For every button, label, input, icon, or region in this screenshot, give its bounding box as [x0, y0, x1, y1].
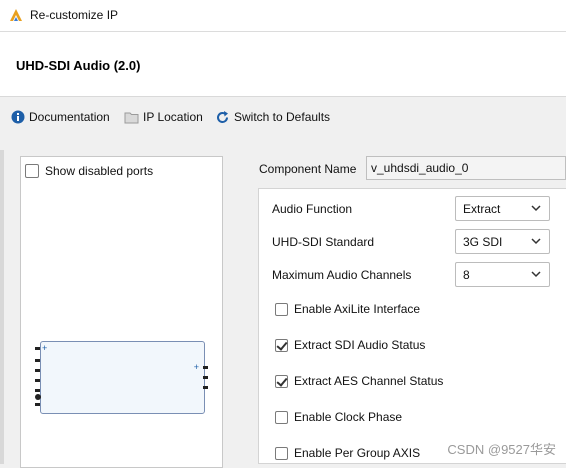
checkbox-box[interactable]: [275, 410, 288, 424]
port-pin: [35, 379, 40, 382]
port-pin: [35, 369, 40, 372]
switch-defaults-label: Switch to Defaults: [234, 110, 331, 124]
documentation-label: Documentation: [29, 110, 110, 124]
uhd-sdi-standard-label: UHD-SDI Standard: [272, 235, 375, 249]
ip-location-button[interactable]: IP Location: [124, 108, 203, 126]
port-pin: [35, 403, 40, 406]
audio-function-label: Audio Function: [272, 202, 353, 216]
port-pin: [35, 359, 40, 362]
extract-sdi-audio-status-checkbox[interactable]: Extract SDI Audio Status: [275, 338, 425, 352]
documentation-button[interactable]: Documentation: [11, 108, 110, 126]
max-audio-channels-select[interactable]: 8: [455, 262, 550, 287]
show-disabled-ports-box[interactable]: [25, 164, 39, 178]
checkbox-box[interactable]: [275, 446, 288, 460]
left-expand-icon[interactable]: +: [42, 343, 47, 353]
port-pin: [203, 366, 208, 369]
left-divider: [0, 150, 4, 464]
checkbox-box[interactable]: [275, 302, 288, 316]
uhd-sdi-standard-select[interactable]: 3G SDI: [455, 229, 550, 254]
ip-symbol-block[interactable]: + +: [40, 341, 205, 414]
component-name-input[interactable]: v_uhdsdi_audio_0: [366, 156, 566, 180]
refresh-icon: [217, 110, 228, 123]
title-bar: Re-customize IP: [0, 0, 566, 32]
chevron-down-icon: [531, 271, 541, 278]
port-pin: [35, 347, 40, 350]
header-panel: UHD-SDI Audio (2.0): [0, 32, 566, 97]
extract-aes-channel-status-checkbox[interactable]: Extract AES Channel Status: [275, 374, 443, 388]
max-audio-channels-value: 8: [463, 268, 470, 282]
show-disabled-ports-label: Show disabled ports: [45, 164, 154, 178]
folder-icon: [124, 112, 139, 123]
enable-axilite-checkbox[interactable]: Enable AxiLite Interface: [275, 302, 420, 316]
port-pin: [35, 394, 41, 400]
port-pin: [203, 376, 208, 379]
component-name-label: Component Name: [259, 162, 357, 176]
enable-clock-phase-checkbox[interactable]: Enable Clock Phase: [275, 410, 402, 424]
port-pin: [35, 389, 40, 392]
port-pin: [203, 386, 208, 389]
audio-function-value: Extract: [463, 202, 501, 216]
chevron-down-icon: [531, 205, 541, 212]
show-disabled-ports-checkbox[interactable]: Show disabled ports: [25, 164, 153, 178]
checkbox-box[interactable]: [275, 374, 288, 388]
checkbox-label: Enable Clock Phase: [294, 410, 403, 424]
uhd-sdi-standard-value: 3G SDI: [463, 235, 503, 249]
checkbox-label: Enable Per Group AXIS: [294, 446, 421, 460]
info-icon: [11, 110, 25, 124]
checkbox-box[interactable]: [275, 338, 288, 352]
ip-location-label: IP Location: [143, 110, 203, 124]
checkbox-label: Enable AxiLite Interface: [294, 302, 421, 316]
audio-function-select[interactable]: Extract: [455, 196, 550, 221]
ip-title: UHD-SDI Audio (2.0): [16, 58, 141, 73]
chevron-down-icon: [531, 238, 541, 245]
checkbox-label: Extract AES Channel Status: [294, 374, 444, 388]
window-title: Re-customize IP: [30, 8, 119, 22]
max-audio-channels-label: Maximum Audio Channels: [272, 268, 412, 282]
ip-symbol-panel: [20, 156, 223, 468]
enable-per-group-axis-checkbox[interactable]: Enable Per Group AXIS: [275, 446, 420, 460]
right-expand-icon[interactable]: +: [194, 362, 199, 372]
watermark-text: CSDN @9527华安: [447, 442, 556, 457]
switch-defaults-button[interactable]: Switch to Defaults: [215, 108, 330, 126]
checkbox-label: Extract SDI Audio Status: [294, 338, 426, 352]
vivado-logo-icon: [10, 9, 22, 21]
